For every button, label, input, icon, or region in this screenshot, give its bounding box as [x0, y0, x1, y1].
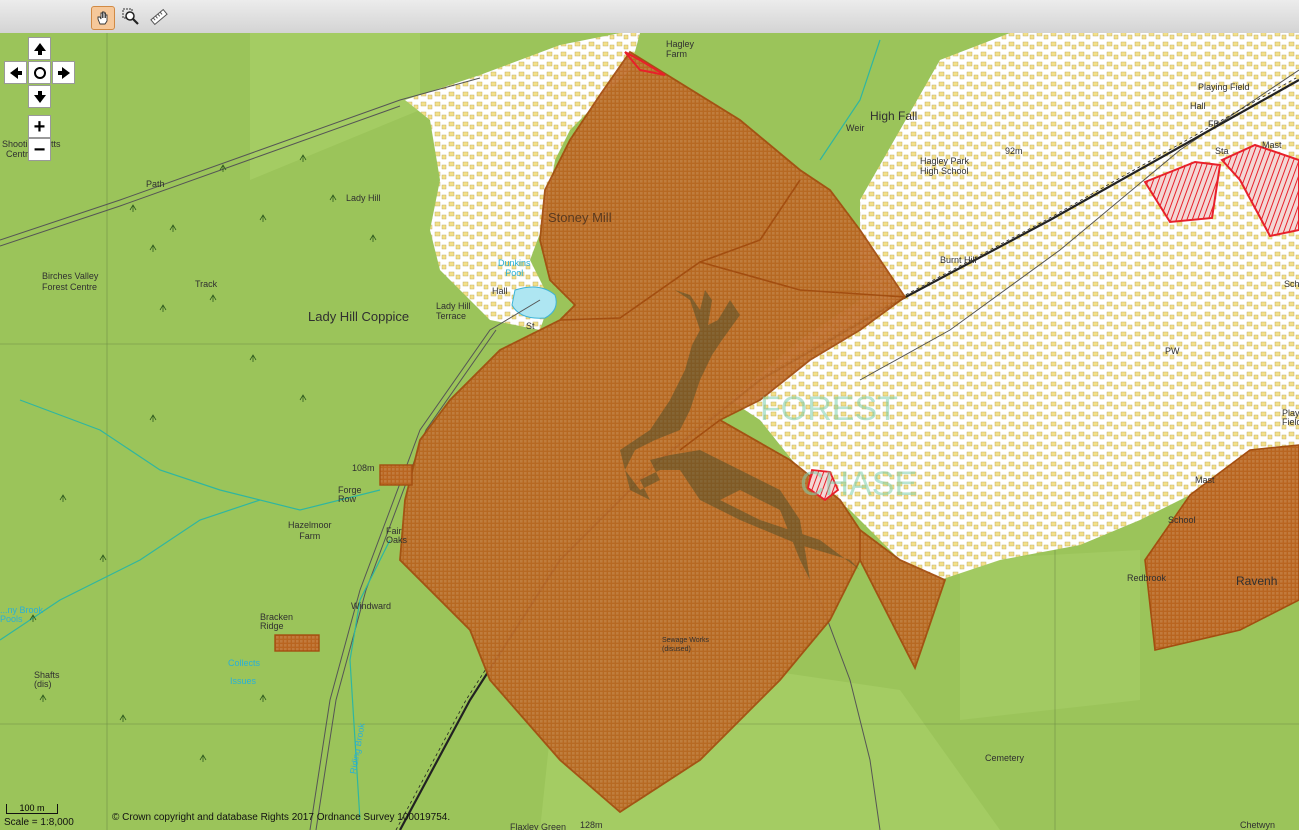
pan-right-arrow-icon[interactable] — [52, 61, 75, 84]
label-lady-hill-terrace: Lady Hill Terrace — [436, 301, 471, 321]
label-bracken-ridge: Bracken Ridge — [260, 612, 294, 631]
map-base-layer: FOREST CHASE — [0, 33, 1299, 830]
label-lady-hill-coppice: Lady Hill Coppice — [308, 309, 410, 324]
label-playing-field: Playing Field — [1198, 82, 1250, 92]
label-windward: Windward — [351, 601, 392, 611]
label-flaxley-green: Flaxley Green — [510, 822, 567, 830]
recenter-circle-icon[interactable] — [28, 61, 51, 84]
label-sta: Sta — [1215, 146, 1229, 156]
label-dunkins-pool: Dunkins Pool — [498, 258, 531, 278]
label-fb: FB — [1208, 119, 1220, 129]
label-sewage-works: Sewage Works (disused) — [662, 637, 709, 653]
label-birches-valley: Birches Valley — [42, 271, 99, 281]
label-redbrook: Redbrook — [1127, 573, 1167, 583]
label-108m: 108m — [352, 463, 375, 473]
label-mast-se: Mast — [1195, 475, 1215, 485]
label-hagley-park-high-school: Hagley Park High School — [920, 156, 970, 176]
map-canvas[interactable]: FOREST CHASE Shooting Butts C — [0, 33, 1299, 830]
label-hall-w: Hall — [492, 286, 508, 296]
pan-up-arrow-icon[interactable] — [28, 37, 51, 60]
label-pw: PW — [1165, 346, 1180, 356]
scale-bar: 100 m — [6, 804, 58, 814]
label-forest-centre: Forest Centre — [42, 282, 98, 292]
map-toolbar — [0, 0, 1299, 34]
label-sch-e: Sch — [1284, 279, 1299, 289]
zoom-in-button[interactable]: + — [28, 115, 51, 138]
label-forge-row: Forge Row — [338, 485, 362, 504]
label-st: St — [526, 321, 535, 331]
label-128m: 128m — [580, 820, 603, 830]
scale-text: Scale = 1:8,000 — [4, 817, 74, 828]
pan-left-arrow-icon[interactable] — [4, 61, 27, 84]
label-brook-pools: ...ny Brook Pools — [0, 605, 44, 624]
label-burnt-hill: Burnt Hill — [940, 255, 977, 265]
label-playing-field-e: Playi Field — [1282, 408, 1299, 427]
label-mast-ne: Mast — [1262, 140, 1282, 150]
label-cemetery: Cemetery — [985, 753, 1025, 763]
label-school-se: School — [1168, 515, 1196, 525]
label-chetwynd: Chetwyn — [1240, 820, 1276, 830]
copyright-notice: © Crown copyright and database Rights 20… — [112, 812, 451, 823]
label-hall-ne: Hall — [1190, 101, 1206, 111]
label-path: Path — [146, 179, 165, 189]
label-fair-oaks: Fair Oaks — [386, 526, 408, 545]
label-92m: 92m — [1005, 146, 1023, 156]
label-hagley-farm: Hagley Farm — [666, 39, 695, 59]
label-ravenhill: Ravenh — [1236, 574, 1278, 588]
label-collects: Collects — [228, 658, 261, 668]
label-weir: Weir — [846, 123, 865, 133]
pan-down-arrow-icon[interactable] — [28, 85, 51, 108]
label-track: Track — [195, 279, 218, 289]
svg-text:CHASE: CHASE — [800, 465, 917, 503]
measure-ruler-icon[interactable] — [148, 6, 170, 28]
label-high-fall: High Fall — [870, 109, 918, 123]
zoom-out-button[interactable]: − — [28, 138, 51, 161]
label-hazelmoor-farm: Hazelmoor Farm — [288, 520, 332, 541]
label-shafts: Shafts (dis) — [34, 670, 60, 689]
label-issues: Issues — [230, 676, 257, 686]
svg-text:FOREST: FOREST — [760, 390, 898, 428]
label-stoney-mill: Stoney Mill — [548, 210, 612, 225]
pan-hand-icon[interactable] — [91, 6, 115, 30]
zoom-box-icon[interactable] — [120, 6, 142, 28]
label-lady-hill: Lady Hill — [346, 193, 381, 203]
